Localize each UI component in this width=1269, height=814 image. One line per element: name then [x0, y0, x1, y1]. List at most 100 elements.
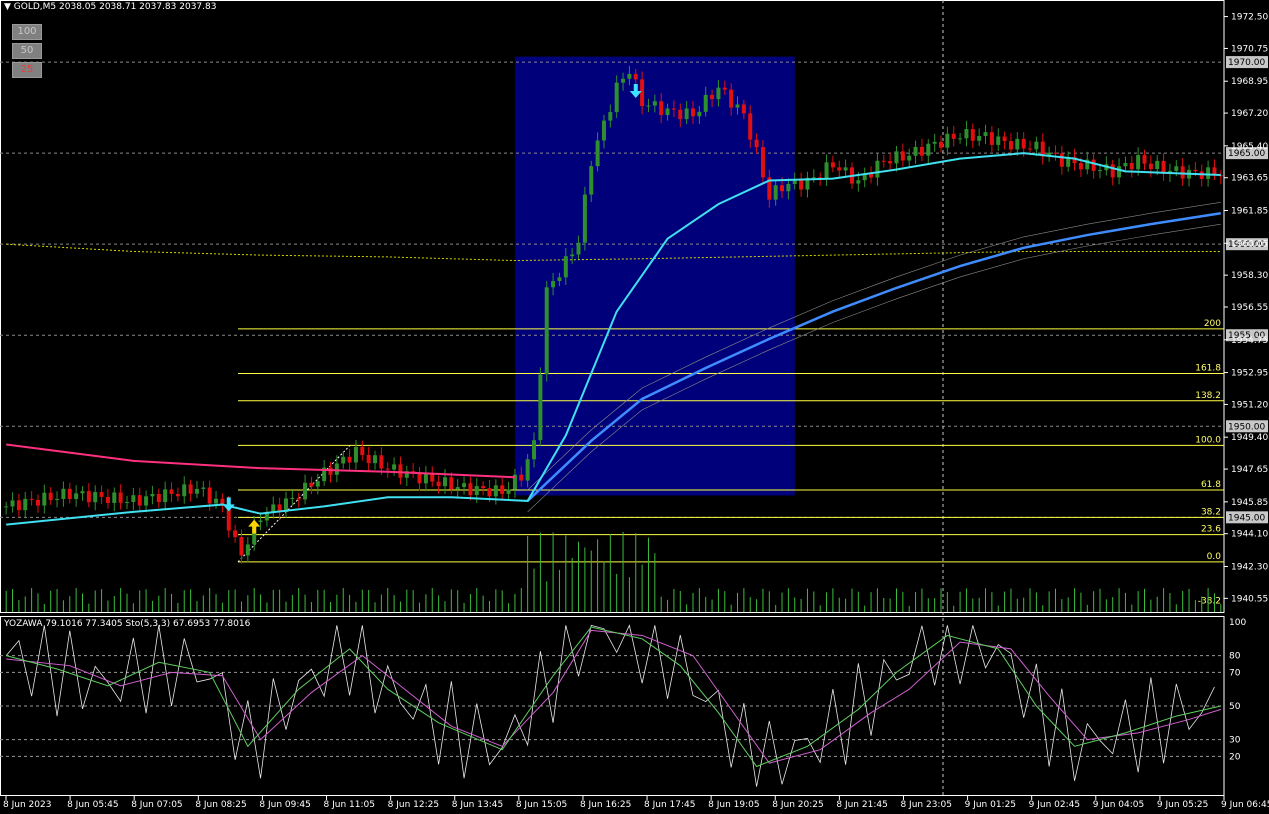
candle-body	[93, 492, 98, 503]
candle-body	[646, 105, 651, 107]
candle-body	[1110, 164, 1115, 178]
candle-body	[436, 481, 441, 487]
candle-body	[80, 491, 85, 494]
candle-body	[773, 185, 778, 200]
button-25[interactable]: 25	[12, 62, 42, 78]
candle-body	[710, 94, 715, 100]
candle-body	[576, 242, 581, 255]
candle-body	[875, 160, 880, 178]
candle-body	[86, 491, 91, 503]
price-tick-label: 1963.65	[1231, 174, 1268, 184]
candle-body	[201, 487, 206, 489]
candle-body	[678, 109, 683, 120]
fib-label: 23.6	[1201, 525, 1221, 535]
price-tick-label: 1967.20	[1231, 109, 1268, 119]
candle-body	[697, 111, 702, 117]
candle-body	[1034, 141, 1039, 150]
candle-body	[996, 136, 1001, 145]
time-tick-label: 8 Jun 16:25	[580, 800, 631, 810]
candle-body	[55, 498, 60, 500]
candle-body	[455, 487, 460, 490]
time-tick-label: 8 Jun 13:45	[452, 800, 503, 810]
level-tag-label: 1945.00	[1228, 513, 1265, 523]
candle-body	[188, 484, 193, 494]
time-tick-label: 8 Jun 17:45	[644, 800, 695, 810]
candle-body	[379, 455, 384, 469]
candle-body	[258, 520, 263, 522]
osc-purple-line	[6, 629, 1221, 764]
candle-body	[16, 500, 21, 511]
candle-body	[958, 138, 963, 140]
candle-body	[163, 489, 168, 503]
candle-body	[913, 146, 918, 156]
candle-body	[595, 140, 600, 167]
fib-label: 138.2	[1195, 391, 1221, 401]
candle-body	[125, 501, 130, 503]
candle-body	[830, 162, 835, 168]
candle-body	[334, 463, 339, 475]
candle-body	[621, 78, 626, 83]
candle-body	[353, 447, 358, 463]
price-tick-label: 1961.85	[1231, 206, 1268, 216]
candle-body	[754, 139, 759, 148]
candle-body	[837, 167, 842, 171]
time-tick-label: 8 Jun 11:05	[324, 800, 375, 810]
candle-body	[214, 498, 219, 504]
price-tick-label: 1958.30	[1231, 271, 1268, 281]
candle-body	[131, 495, 136, 502]
candle-body	[303, 482, 308, 500]
candle-body	[137, 495, 142, 506]
price-tick-label: 1940.55	[1231, 594, 1268, 604]
price-tick-label: 1954.75	[1231, 336, 1268, 346]
candle-body	[42, 492, 47, 506]
fib-label: 38.2	[1201, 507, 1221, 517]
osc-tick-label: 30	[1229, 736, 1241, 746]
candle-body	[900, 151, 905, 161]
level-tag-label: 1950.00	[1228, 422, 1265, 432]
candle-body	[888, 161, 893, 164]
candle-body	[983, 132, 988, 137]
candle-body	[1129, 163, 1134, 170]
candle-body	[627, 73, 632, 79]
time-tick-label: 8 Jun 19:05	[708, 800, 759, 810]
price-tick-label: 1942.30	[1231, 562, 1268, 572]
fib-anchor-line	[237, 445, 351, 563]
candle-body	[366, 455, 371, 464]
candle-body	[684, 108, 689, 120]
button-50[interactable]: 50	[12, 43, 42, 59]
candle-body	[462, 483, 467, 488]
candle-body	[341, 456, 346, 464]
candle-body	[481, 486, 486, 489]
candle-body	[690, 108, 695, 117]
candle-body	[105, 496, 110, 504]
candle-body	[99, 492, 104, 497]
candle-body	[519, 474, 524, 481]
candle-body	[385, 468, 390, 470]
osc-tick-label: 20	[1229, 752, 1241, 762]
candle-body	[10, 500, 15, 507]
candle-body	[614, 82, 619, 113]
candle-body	[640, 79, 645, 107]
button-100[interactable]: 100	[12, 24, 42, 40]
candle-body	[1155, 160, 1160, 170]
candle-body	[245, 544, 250, 556]
candle-body	[735, 104, 740, 108]
candle-body	[417, 472, 422, 484]
candle-body	[1097, 170, 1102, 172]
candle-body	[35, 499, 40, 506]
time-tick-label: 8 Jun 21:45	[836, 800, 887, 810]
candle-body	[500, 485, 505, 494]
price-tick-label: 1947.65	[1231, 465, 1268, 475]
price-chart[interactable]: 1970.001965.001960.001955.001950.001945.…	[0, 0, 1269, 814]
candle-body	[392, 464, 397, 470]
candle-body	[360, 447, 365, 456]
candle-body	[919, 146, 924, 156]
price-tick-label: 1965.40	[1231, 142, 1268, 152]
fib-label: 100.0	[1195, 435, 1221, 445]
candle-body	[856, 180, 861, 184]
candle-body	[1002, 136, 1007, 142]
candle-body	[843, 167, 848, 171]
button-50-label: 50	[20, 45, 34, 56]
candle-body	[989, 132, 994, 145]
candle-body	[557, 277, 562, 282]
